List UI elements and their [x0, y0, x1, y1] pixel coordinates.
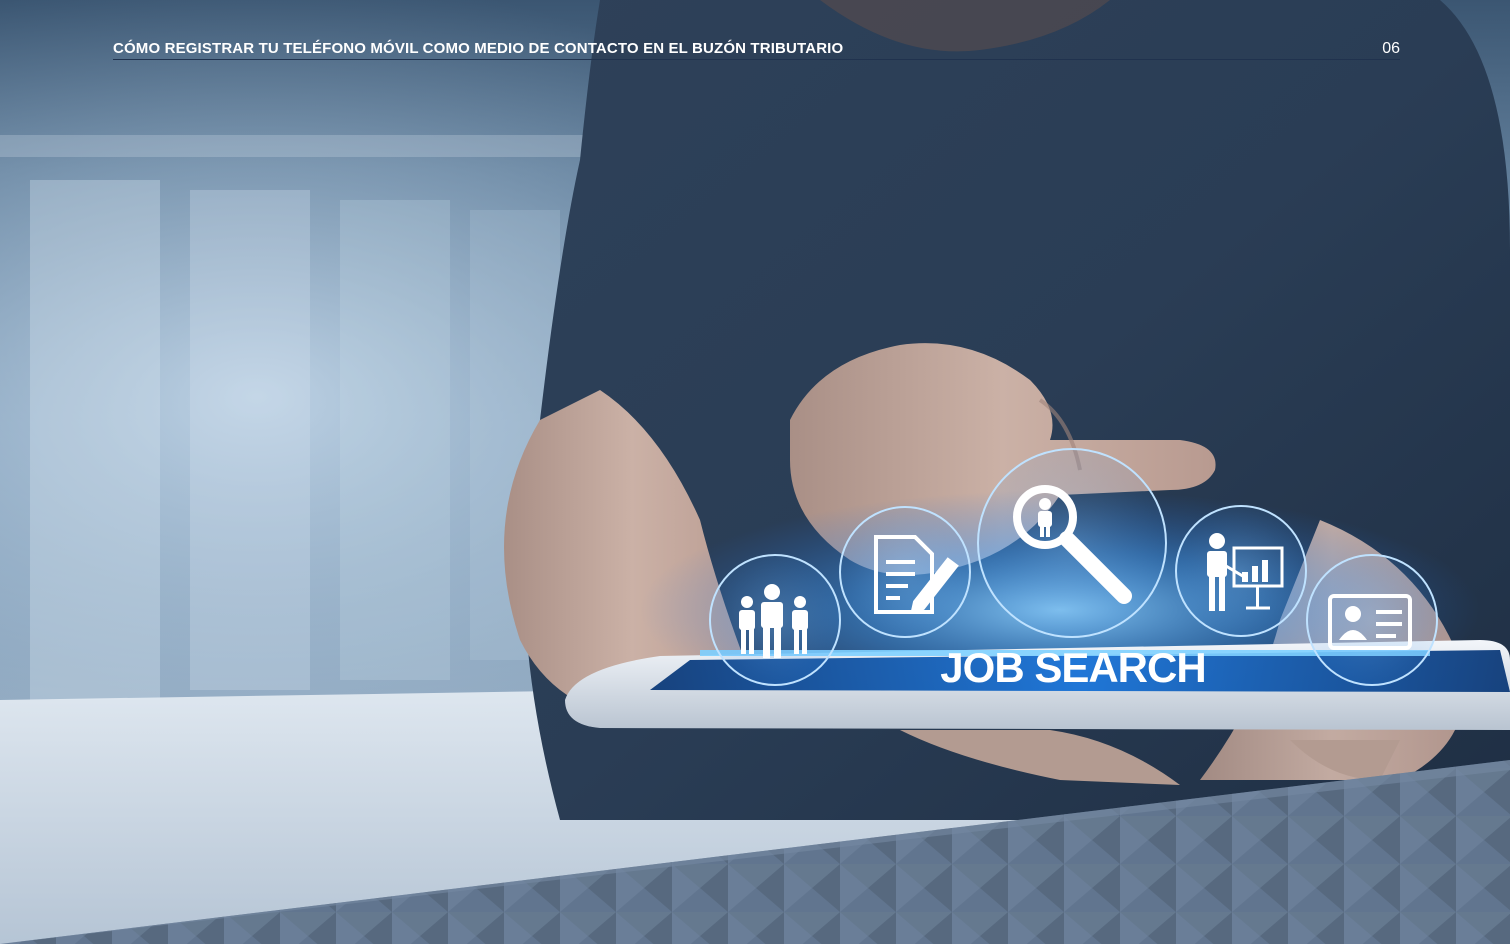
page-header: CÓMO REGISTRAR TU TELÉFONO MÓVIL COMO ME… — [113, 38, 1400, 62]
page-number: 06 — [1382, 40, 1400, 57]
document-title: CÓMO REGISTRAR TU TELÉFONO MÓVIL COMO ME… — [113, 40, 844, 57]
document-page: JOB SEARCH CÓMO REGISTRAR TU TELÉFONO MÓ… — [0, 0, 1510, 944]
job-search-photo: JOB SEARCH — [0, 0, 1510, 944]
header-divider — [113, 59, 1400, 60]
screen-label: JOB SEARCH — [940, 644, 1205, 691]
